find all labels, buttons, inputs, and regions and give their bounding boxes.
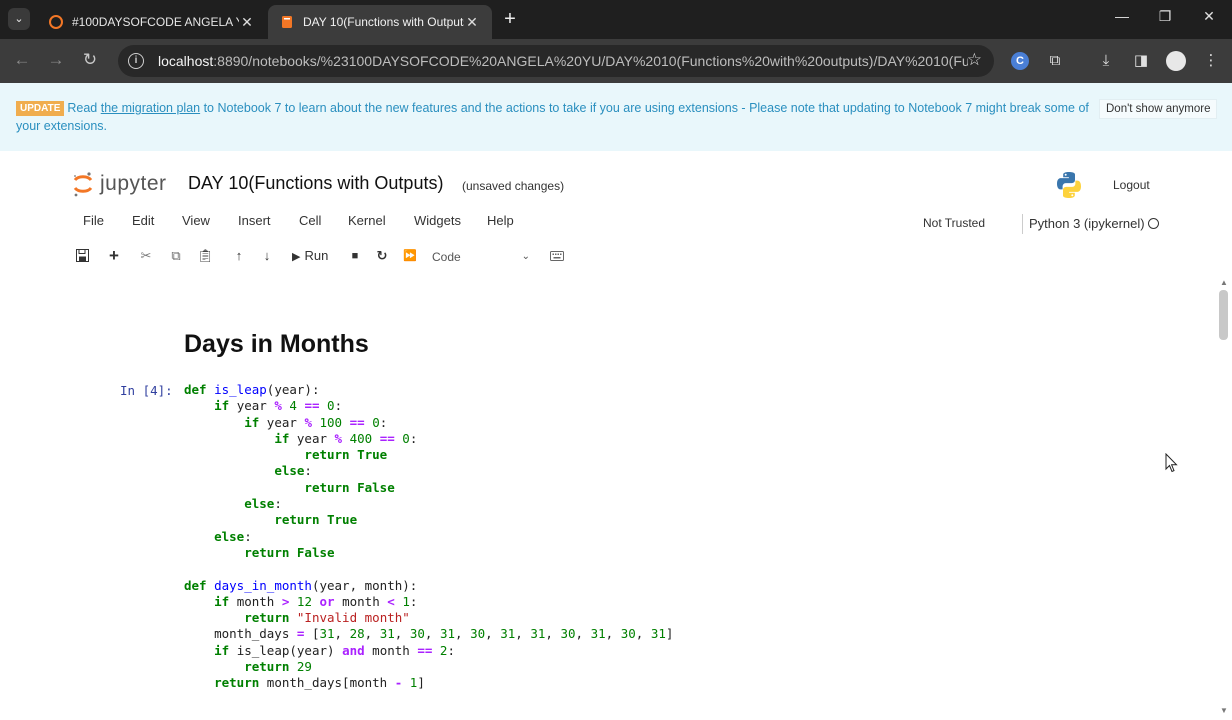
chevron-down-icon: ⌄ xyxy=(521,251,530,262)
mouse-cursor-icon xyxy=(1165,453,1178,473)
address-bar[interactable]: i localhost:8890/notebooks/%23100DAYSOFC… xyxy=(118,45,994,77)
update-badge: UPDATE xyxy=(16,101,65,116)
kernel-name[interactable]: Python 3 (ipykernel) xyxy=(1029,216,1145,231)
close-tab-icon[interactable]: ✕ xyxy=(464,14,480,31)
close-tab-icon[interactable]: ✕ xyxy=(239,14,255,31)
banner-message: UPDATE Read the migration plan to Noteboo… xyxy=(16,99,1096,135)
profile-avatar[interactable] xyxy=(1166,51,1186,71)
logout-button[interactable]: Logout xyxy=(1104,175,1159,195)
minimize-icon[interactable]: — xyxy=(1112,8,1132,24)
url-path: :8890/notebooks/%23100DAYSOFCODE%20ANGEL… xyxy=(213,53,968,69)
menu-cell[interactable]: Cell xyxy=(299,213,321,228)
cell-input-prompt: In [4]: xyxy=(120,383,173,398)
new-tab-icon[interactable]: + xyxy=(500,8,520,30)
run-button[interactable]: ▶ Run xyxy=(292,246,342,266)
forward-icon[interactable]: → xyxy=(45,50,67,70)
scrollbar-thumb[interactable] xyxy=(1219,290,1228,340)
insert-cell-icon[interactable]: + xyxy=(107,246,121,266)
dont-show-anymore-button[interactable]: Don't show anymore xyxy=(1099,99,1218,119)
browser-toolbar: ← → ↻ i localhost:8890/notebooks/%23100D… xyxy=(0,39,1232,83)
play-icon: ▶ xyxy=(292,251,301,263)
tab-title: DAY 10(Functions with Outputs xyxy=(303,15,464,29)
trust-status-button[interactable]: Not Trusted xyxy=(923,216,985,230)
keyboard-shortcuts-icon[interactable] xyxy=(550,251,564,261)
move-up-icon[interactable]: ↑ xyxy=(232,246,246,266)
tab-search-icon[interactable]: ⌄ xyxy=(8,8,30,30)
notebook-title[interactable]: DAY 10(Functions with Outputs) xyxy=(188,173,443,194)
copy-icon[interactable]: ⧉ xyxy=(168,246,184,266)
menu-file[interactable]: File xyxy=(83,213,104,228)
jupyter-favicon-icon xyxy=(49,15,63,29)
save-status: (unsaved changes) xyxy=(462,179,565,193)
menu-edit[interactable]: Edit xyxy=(132,213,154,228)
bookmark-star-icon[interactable]: ☆ xyxy=(967,50,982,70)
download-icon[interactable]: ⤓ xyxy=(1095,50,1117,72)
browser-tab-bar: ⌄ #100DAYSOFCODE ANGELA YU ✕ DAY 10(Func… xyxy=(0,0,1232,39)
jupyter-logo[interactable]: jupyter xyxy=(72,170,167,198)
scroll-down-icon[interactable]: ▼ xyxy=(1220,706,1228,715)
scroll-up-icon[interactable]: ▲ xyxy=(1220,278,1228,287)
save-icon[interactable] xyxy=(76,249,89,262)
extension-c-icon[interactable]: C xyxy=(1011,52,1029,70)
python-logo-icon xyxy=(1057,172,1081,198)
site-info-icon[interactable]: i xyxy=(128,53,144,69)
cut-icon[interactable]: ✂ xyxy=(138,246,154,266)
url-text[interactable]: localhost:8890/notebooks/%23100DAYSOFCOD… xyxy=(158,53,968,69)
page-scrollbar[interactable]: ▲ ▼ xyxy=(1216,278,1232,720)
extensions-puzzle-icon[interactable]: ⧉ xyxy=(1044,50,1066,72)
menu-kernel[interactable]: Kernel xyxy=(348,213,386,228)
menu-view[interactable]: View xyxy=(182,213,210,228)
notebook-favicon-icon xyxy=(282,16,292,28)
menu-insert[interactable]: Insert xyxy=(238,213,271,228)
restart-kernel-icon[interactable]: ↻ xyxy=(375,246,389,266)
window-close-icon[interactable]: ✕ xyxy=(1199,8,1219,25)
browser-tab-day10[interactable]: DAY 10(Functions with Outputs ✕ xyxy=(268,5,492,39)
kernel-idle-indicator-icon xyxy=(1148,218,1159,229)
jupyter-logo-icon xyxy=(73,172,93,197)
banner-text-before: Read xyxy=(67,101,101,115)
code-cell-editor[interactable]: def is_leap(year): if year % 4 == 0: if … xyxy=(184,382,673,692)
run-label: Run xyxy=(304,248,329,263)
migration-plan-link[interactable]: the migration plan xyxy=(101,101,200,115)
url-host: localhost xyxy=(158,53,214,69)
cell-type-value: Code xyxy=(432,250,461,264)
notebook7-migration-banner: UPDATE Read the migration plan to Noteboo… xyxy=(0,83,1232,151)
back-icon[interactable]: ← xyxy=(11,50,33,70)
interrupt-stop-icon[interactable]: ■ xyxy=(348,246,362,266)
tab-title: #100DAYSOFCODE ANGELA YU xyxy=(72,15,239,29)
restore-icon[interactable]: ❐ xyxy=(1155,8,1175,25)
reload-icon[interactable]: ↻ xyxy=(79,50,101,70)
menu-widgets[interactable]: Widgets xyxy=(414,213,461,228)
markdown-heading[interactable]: Days in Months xyxy=(184,330,369,359)
browser-tab-angela-yu[interactable]: #100DAYSOFCODE ANGELA YU ✕ xyxy=(37,5,267,39)
restart-run-all-icon[interactable]: ⏩ xyxy=(402,246,418,266)
browser-menu-icon[interactable]: ⋮ xyxy=(1200,50,1222,72)
jupyter-wordmark: jupyter xyxy=(100,172,167,195)
move-down-icon[interactable]: ↓ xyxy=(260,246,274,266)
cell-type-dropdown[interactable]: Code ⌄ xyxy=(428,247,532,267)
paste-icon[interactable]: 📋︎ xyxy=(197,246,214,266)
side-panel-icon[interactable]: ◨ xyxy=(1130,50,1152,72)
menu-help[interactable]: Help xyxy=(487,213,514,228)
kernel-divider xyxy=(1022,214,1023,234)
